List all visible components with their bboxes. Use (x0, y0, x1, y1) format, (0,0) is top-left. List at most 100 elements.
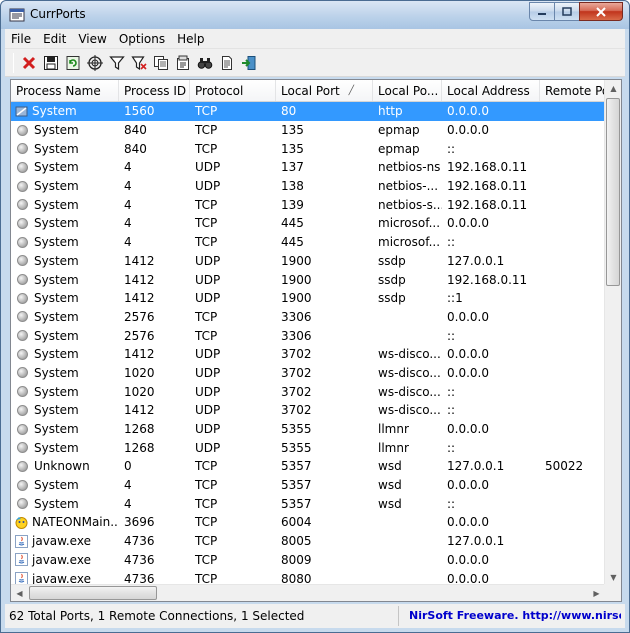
html-report-button[interactable] (172, 52, 194, 74)
protocol-cell: UDP (195, 179, 221, 194)
table-row[interactable]: System 4 TCP 139 netbios-s... 192.168.0.11 (11, 195, 605, 214)
local-address-cell: 0.0.0.0 (447, 104, 489, 119)
protocol-cell: TCP (195, 459, 218, 474)
process-status-icon (17, 274, 28, 286)
process-id-cell: 840 (124, 123, 147, 138)
clear-filter-button[interactable] (128, 52, 150, 74)
menu-help[interactable]: Help (171, 32, 210, 46)
table-row[interactable]: System 1412 UDP 3702 ws-disco... 0.0.0.0 (11, 345, 605, 364)
find-icon (197, 57, 213, 69)
table-row[interactable]: System 4 TCP 445 microsof... 0.0.0.0 (11, 214, 605, 233)
local-address-cell: 0.0.0.0 (447, 478, 489, 493)
protocol-cell: TCP (195, 235, 218, 250)
scroll-left-arrow-icon[interactable]: ◀ (11, 585, 28, 601)
vertical-scroll-thumb[interactable] (606, 98, 620, 286)
column-header-protocol[interactable]: Protocol (190, 80, 276, 101)
table-row[interactable]: javaw.exe 4736 TCP 8005 127.0.0.1 (11, 532, 605, 551)
table-row[interactable]: System 4 UDP 138 netbios-... 192.168.0.11 (11, 177, 605, 196)
table-row[interactable]: System 2576 TCP 3306 0.0.0.0 (11, 308, 605, 327)
process-name-cell: System (11, 366, 119, 380)
properties-target-button[interactable] (84, 52, 106, 74)
local-port-name-cell: llmnr (378, 440, 409, 455)
ports-list[interactable]: Process Name Process ID Protocol Local P… (10, 79, 622, 602)
vertical-scrollbar[interactable]: ▲ ▼ (604, 80, 621, 586)
window-title: CurrPorts (30, 7, 86, 21)
process-name-cell: javaw.exe (11, 534, 119, 548)
local-port-name-cell: netbios-... (378, 179, 439, 194)
nirsoft-link[interactable]: NirSoft Freeware. http://www.nirsoft.net (399, 606, 621, 626)
table-row[interactable]: System 1412 UDP 1900 ssdp::1 (11, 289, 605, 308)
table-row[interactable]: System 1560 TCP 80 http 0.0.0.0 (11, 102, 605, 121)
menu-view[interactable]: View (72, 32, 112, 46)
table-row[interactable]: System 4 TCP 5357 wsd:: (11, 494, 605, 513)
process-status-icon (17, 423, 28, 435)
table-row[interactable]: javaw.exe 4736 TCP 8009 0.0.0.0 (11, 551, 605, 570)
column-header-process-name[interactable]: Process Name (11, 80, 119, 101)
process-id-cell: 4 (124, 197, 132, 212)
minimize-button[interactable] (529, 2, 555, 21)
protocol-cell: UDP (195, 384, 221, 399)
process-name-label: System (34, 347, 79, 362)
horizontal-scroll-thumb[interactable] (29, 586, 157, 600)
table-row[interactable]: System 1268 UDP 5355 llmnr:: (11, 438, 605, 457)
local-port-cell: 137 (281, 160, 304, 175)
table-row[interactable]: NATEONMain.... 3696 TCP 6004 0.0.0.0 (11, 513, 605, 532)
column-header-local-address[interactable]: Local Address (442, 80, 540, 101)
table-row[interactable]: System 4 TCP 5357 wsd 0.0.0.0 (11, 476, 605, 495)
table-row[interactable]: System 1020 UDP 3702 ws-disco...:: (11, 382, 605, 401)
toolbar-separator (13, 52, 14, 73)
maximize-button[interactable] (554, 2, 580, 21)
column-label: Local Address (447, 84, 530, 98)
refresh-button[interactable] (62, 52, 84, 74)
column-header-local-port[interactable]: Local Port ╱ (276, 80, 373, 101)
column-label: Protocol (195, 84, 244, 98)
protocol-cell: TCP (195, 141, 218, 156)
process-name-cell: javaw.exe (11, 553, 119, 567)
save-button[interactable] (40, 52, 62, 74)
process-name-label: System (34, 141, 79, 156)
process-id-cell: 1560 (124, 104, 155, 119)
menu-file[interactable]: File (5, 32, 37, 46)
menu-edit[interactable]: Edit (37, 32, 72, 46)
process-name-cell: NATEONMain.... (11, 515, 119, 529)
table-row[interactable]: System 1020 UDP 3702 ws-disco... 0.0.0.0 (11, 364, 605, 383)
process-name-cell: System (11, 216, 119, 230)
copy-button[interactable] (150, 52, 172, 74)
menu-options[interactable]: Options (113, 32, 171, 46)
close-connections-button[interactable] (18, 52, 40, 74)
process-name-label: System (34, 179, 79, 194)
table-row[interactable]: System 1412 UDP 3702 ws-disco...:: (11, 401, 605, 420)
process-status-icon (17, 498, 28, 510)
column-label: Process Name (16, 84, 101, 98)
table-row[interactable]: System 4 UDP 137 netbios-ns 192.168.0.11 (11, 158, 605, 177)
local-address-cell: 0.0.0.0 (447, 365, 489, 380)
table-row[interactable]: System 4 TCP 445 microsof...:: (11, 233, 605, 252)
process-name-label: System (34, 328, 79, 343)
process-status-icon (17, 199, 28, 211)
table-row[interactable]: System 840 TCP 135 epmap:: (11, 139, 605, 158)
column-header-local-port-name[interactable]: Local Po... (373, 80, 442, 101)
save-icon (44, 55, 58, 70)
protocol-cell: UDP (195, 253, 221, 268)
local-address-cell: 127.0.0.1 (447, 459, 505, 474)
table-row[interactable]: System 1268 UDP 5355 llmnr 0.0.0.0 (11, 420, 605, 439)
process-id-cell: 4736 (124, 534, 155, 549)
column-header-remote-port[interactable]: Remote Por (540, 80, 605, 101)
horizontal-scrollbar[interactable]: ◀ ▶ (11, 584, 605, 601)
table-row[interactable]: System 1412 UDP 1900 ssdp 127.0.0.1 (11, 252, 605, 271)
exit-button[interactable] (238, 52, 260, 74)
local-address-cell: :: (447, 403, 456, 418)
find-button[interactable] (194, 52, 216, 74)
process-name-label: javaw.exe (32, 534, 91, 549)
close-button[interactable] (579, 2, 623, 21)
column-header-process-id[interactable]: Process ID (119, 80, 190, 101)
table-row[interactable]: Unknown 0 TCP 5357 wsd 127.0.0.1 50022 (11, 457, 605, 476)
text-report-button[interactable] (216, 52, 238, 74)
scroll-up-arrow-icon[interactable]: ▲ (605, 80, 621, 97)
table-row[interactable]: System 2576 TCP 3306:: (11, 326, 605, 345)
table-row[interactable]: System 1412 UDP 1900 ssdp 192.168.0.11 (11, 270, 605, 289)
scroll-right-arrow-icon[interactable]: ▶ (588, 585, 605, 601)
table-row[interactable]: System 840 TCP 135 epmap 0.0.0.0 (11, 121, 605, 140)
title-bar[interactable]: CurrPorts (1, 1, 629, 29)
filter-button[interactable] (106, 52, 128, 74)
